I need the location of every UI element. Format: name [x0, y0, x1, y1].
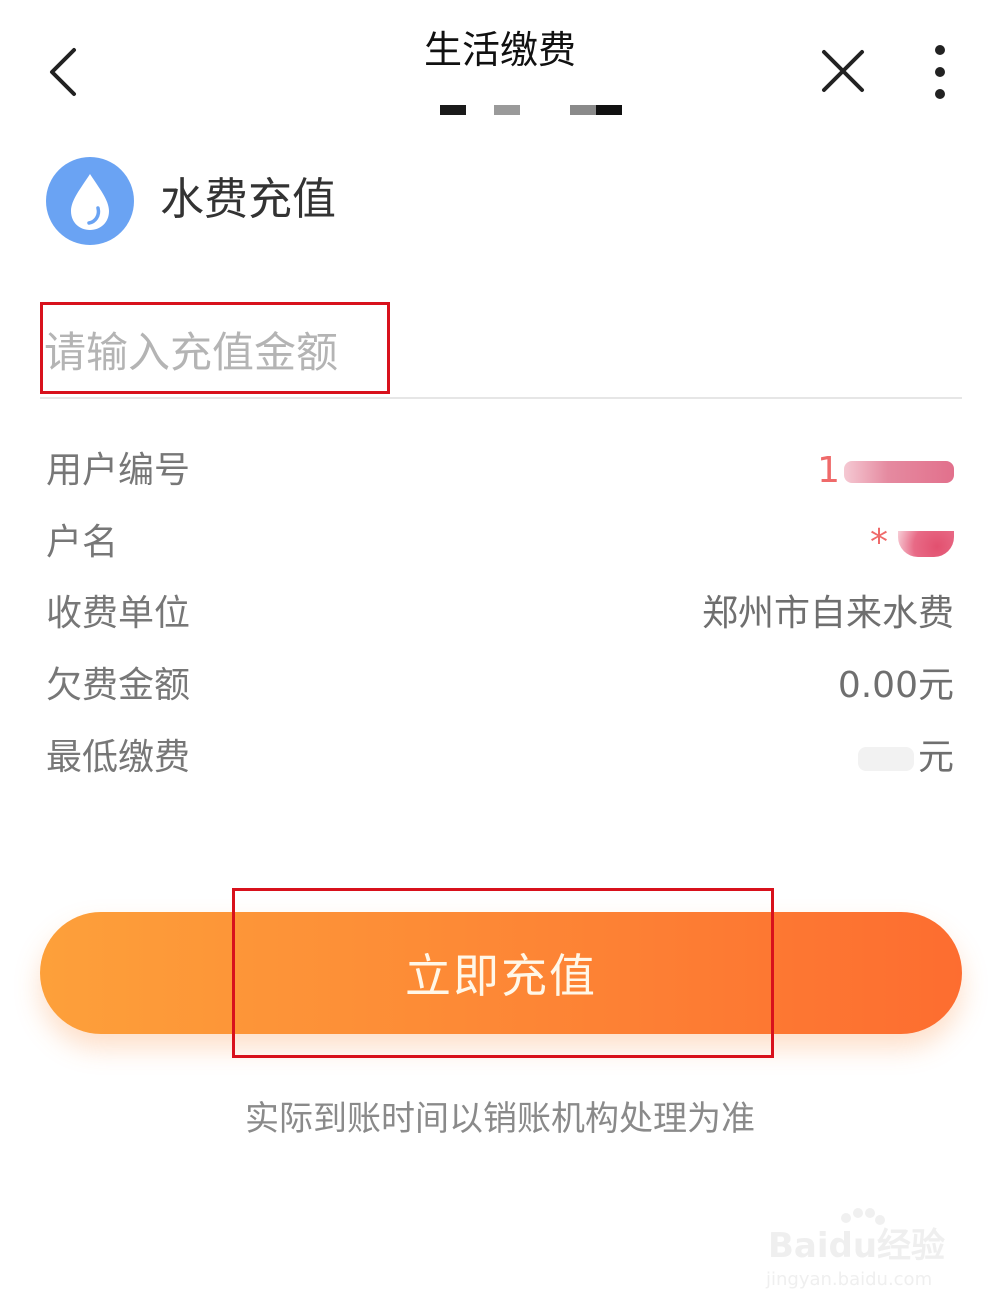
masked-subtitle — [390, 102, 630, 116]
close-icon — [822, 50, 864, 92]
label-arrears-amount: 欠费金额 — [46, 665, 191, 706]
label-user-number: 用户编号 — [46, 450, 191, 491]
close-button[interactable] — [814, 42, 872, 100]
watermark-url: jingyan.baidu.com — [766, 1269, 933, 1290]
label-billing-unit: 收费单位 — [46, 593, 191, 634]
watermark-brand: Baidu经验 — [768, 1226, 946, 1266]
baidu-jingyan-watermark: Baidu经验 jingyan.baidu.com — [760, 1206, 960, 1298]
recharge-button[interactable]: 立即充值 — [40, 912, 962, 1034]
value-billing-unit: 郑州市自来水费 — [701, 593, 954, 634]
settlement-note: 实际到账时间以销账机构处理为准 — [245, 1099, 755, 1139]
water-drop-icon — [45, 156, 135, 246]
label-minimum-payment: 最低缴费 — [46, 737, 191, 778]
label-account-name: 户名 — [46, 522, 119, 563]
amount-input[interactable] — [44, 310, 564, 394]
service-title: 水费充值 — [160, 174, 336, 225]
page-title: 生活缴费 — [423, 28, 576, 72]
redacted-mask — [844, 461, 954, 483]
input-divider — [40, 397, 962, 399]
redacted-mask — [857, 747, 914, 771]
back-button[interactable] — [40, 40, 90, 104]
value-minimum-payment: 元 — [857, 733, 954, 783]
redacted-mask — [898, 531, 954, 557]
value-account-name: * — [870, 518, 954, 568]
value-user-number: 1 — [817, 446, 954, 496]
more-vertical-icon — [935, 45, 945, 99]
value-arrears-amount: 0.00元 — [837, 665, 954, 706]
chevron-left-icon — [50, 48, 76, 96]
more-menu-button[interactable] — [918, 40, 962, 104]
